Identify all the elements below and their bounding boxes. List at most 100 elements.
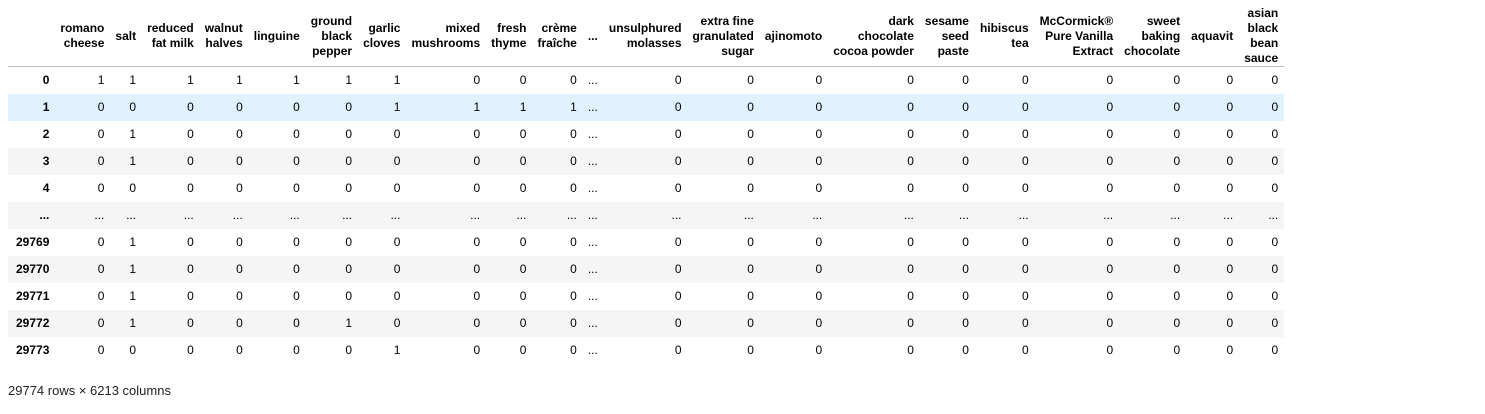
column-header: aquavit	[1185, 6, 1239, 67]
column-header: garlic cloves	[357, 6, 406, 67]
table-cell: 0	[473, 235, 481, 249]
table-cell: 0	[570, 343, 577, 357]
table-cell: ...	[743, 208, 754, 222]
table-cell: 0	[570, 181, 577, 195]
table-cell: 0	[570, 73, 577, 88]
table-cell: 0	[1021, 316, 1029, 330]
table-cell: ...	[94, 208, 105, 222]
table-cell: 0	[1106, 343, 1114, 357]
table-cell: 0	[907, 154, 914, 168]
table-row: ........................................…	[8, 201, 1284, 229]
table-cell: 0	[962, 100, 969, 114]
table-cell: 0	[236, 154, 243, 168]
table-cell: 0	[1271, 73, 1279, 88]
table-cell: 0	[815, 289, 823, 303]
table-cell: 0	[674, 100, 682, 114]
table-cell: 0	[1106, 154, 1114, 168]
table-cell: 0	[97, 289, 105, 303]
column-header: walnut halves	[199, 6, 249, 67]
table-cell: 0	[1226, 316, 1234, 330]
table-cell: 0	[236, 127, 243, 141]
column-header: reduced fat milk	[141, 6, 200, 67]
table-cell: 1	[129, 154, 137, 168]
table-cell: ...	[587, 100, 598, 114]
table-cell: 0	[345, 181, 353, 195]
table-cell: 0	[473, 127, 481, 141]
table-cell: 0	[1226, 262, 1234, 276]
table-row: 0 1 1 1 1 1 1 1 0 0 0... 0 0 0 0 0 0 0 0 0 0	[8, 67, 1284, 94]
row-index: ...	[39, 208, 50, 222]
column-header: extra fine granulated sugar	[687, 6, 760, 67]
row-index: 0	[42, 73, 50, 88]
table-cell: 0	[747, 235, 754, 249]
table-cell: 0	[907, 316, 914, 330]
table-cell: 0	[129, 100, 137, 114]
header-row: romano cheese salt reduced fat milk walnut hal…	[8, 6, 1284, 67]
table-cell: 0	[747, 343, 754, 357]
table-cell: ...	[1018, 208, 1029, 222]
table-cell: 0	[519, 154, 527, 168]
table-cell: 0	[519, 181, 527, 195]
table-cell: 0	[1226, 127, 1234, 141]
table-cell: 0	[1021, 262, 1029, 276]
table-cell: 0	[1173, 343, 1181, 357]
table-cell: 0	[1271, 154, 1279, 168]
table-cell: 0	[962, 127, 969, 141]
table-cell: 0	[815, 235, 823, 249]
table-cell: 0	[674, 235, 682, 249]
table-cell: ...	[903, 208, 914, 222]
column-header-label: hibiscus tea	[979, 21, 1029, 50]
table-cell: 0	[187, 154, 194, 168]
column-header-label: reduced fat milk	[147, 21, 194, 50]
column-header: McCormick® Pure Vanilla Extract	[1034, 6, 1119, 67]
table-cell: 0	[473, 154, 481, 168]
table-cell: 0	[907, 235, 914, 249]
table-cell: 0	[815, 262, 823, 276]
table-cell: 1	[187, 73, 194, 88]
table-cell: 0	[1106, 316, 1114, 330]
row-index: 29771	[16, 289, 50, 303]
table-cell: 0	[97, 127, 105, 141]
table-cell: 0	[97, 343, 105, 357]
table-cell: ...	[470, 208, 481, 222]
column-header-label: ...	[587, 28, 598, 43]
table-cell: 0	[473, 181, 481, 195]
table-cell: 1	[129, 289, 137, 303]
table-cell: ...	[958, 208, 969, 222]
table-cell: 1	[473, 100, 481, 114]
table-cell: 0	[519, 127, 527, 141]
table-cell: 0	[1021, 181, 1029, 195]
table-cell: 0	[1271, 343, 1279, 357]
column-header-label: unsulphured molasses	[608, 21, 682, 50]
column-header: asian black bean sauce	[1238, 6, 1284, 67]
column-header-label: fresh thyme	[491, 21, 527, 50]
table-cell: 0	[962, 154, 969, 168]
index-header	[8, 6, 55, 67]
table-cell: 0	[907, 100, 914, 114]
table-cell: 1	[393, 73, 401, 88]
table-cell: 0	[236, 343, 243, 357]
table-cell: 0	[345, 343, 353, 357]
table-cell: 0	[129, 343, 137, 357]
table-cell: 0	[97, 316, 105, 330]
table-cell: 0	[962, 235, 969, 249]
table-cell: 1	[345, 316, 353, 330]
table-cell: 0	[1106, 262, 1114, 276]
table-cell: 0	[815, 316, 823, 330]
table-row: 29772 0 1 0 0 0 1 0 0 0 0... 0 0 0 0 0 0 0 0 0 0	[8, 309, 1284, 337]
table-cell: 0	[129, 181, 137, 195]
table-cell: ...	[812, 208, 823, 222]
table-cell: 0	[519, 343, 527, 357]
table-cell: 0	[393, 289, 401, 303]
table-cell: 0	[97, 262, 105, 276]
table-cell: 0	[815, 343, 823, 357]
table-cell: 0	[187, 262, 194, 276]
table-cell: 0	[1021, 127, 1029, 141]
table-cell: 0	[1226, 154, 1234, 168]
table-cell: 0	[97, 181, 105, 195]
table-row: 29771 0 1 0 0 0 0 0 0 0 0... 0 0 0 0 0 0 0 0 0 0	[8, 283, 1284, 310]
table-cell: ...	[1103, 208, 1114, 222]
row-index: 29772	[16, 316, 50, 330]
dataframe-shape-label: 29774 rows × 6213 columns	[8, 382, 171, 398]
table-cell: 0	[815, 127, 823, 141]
